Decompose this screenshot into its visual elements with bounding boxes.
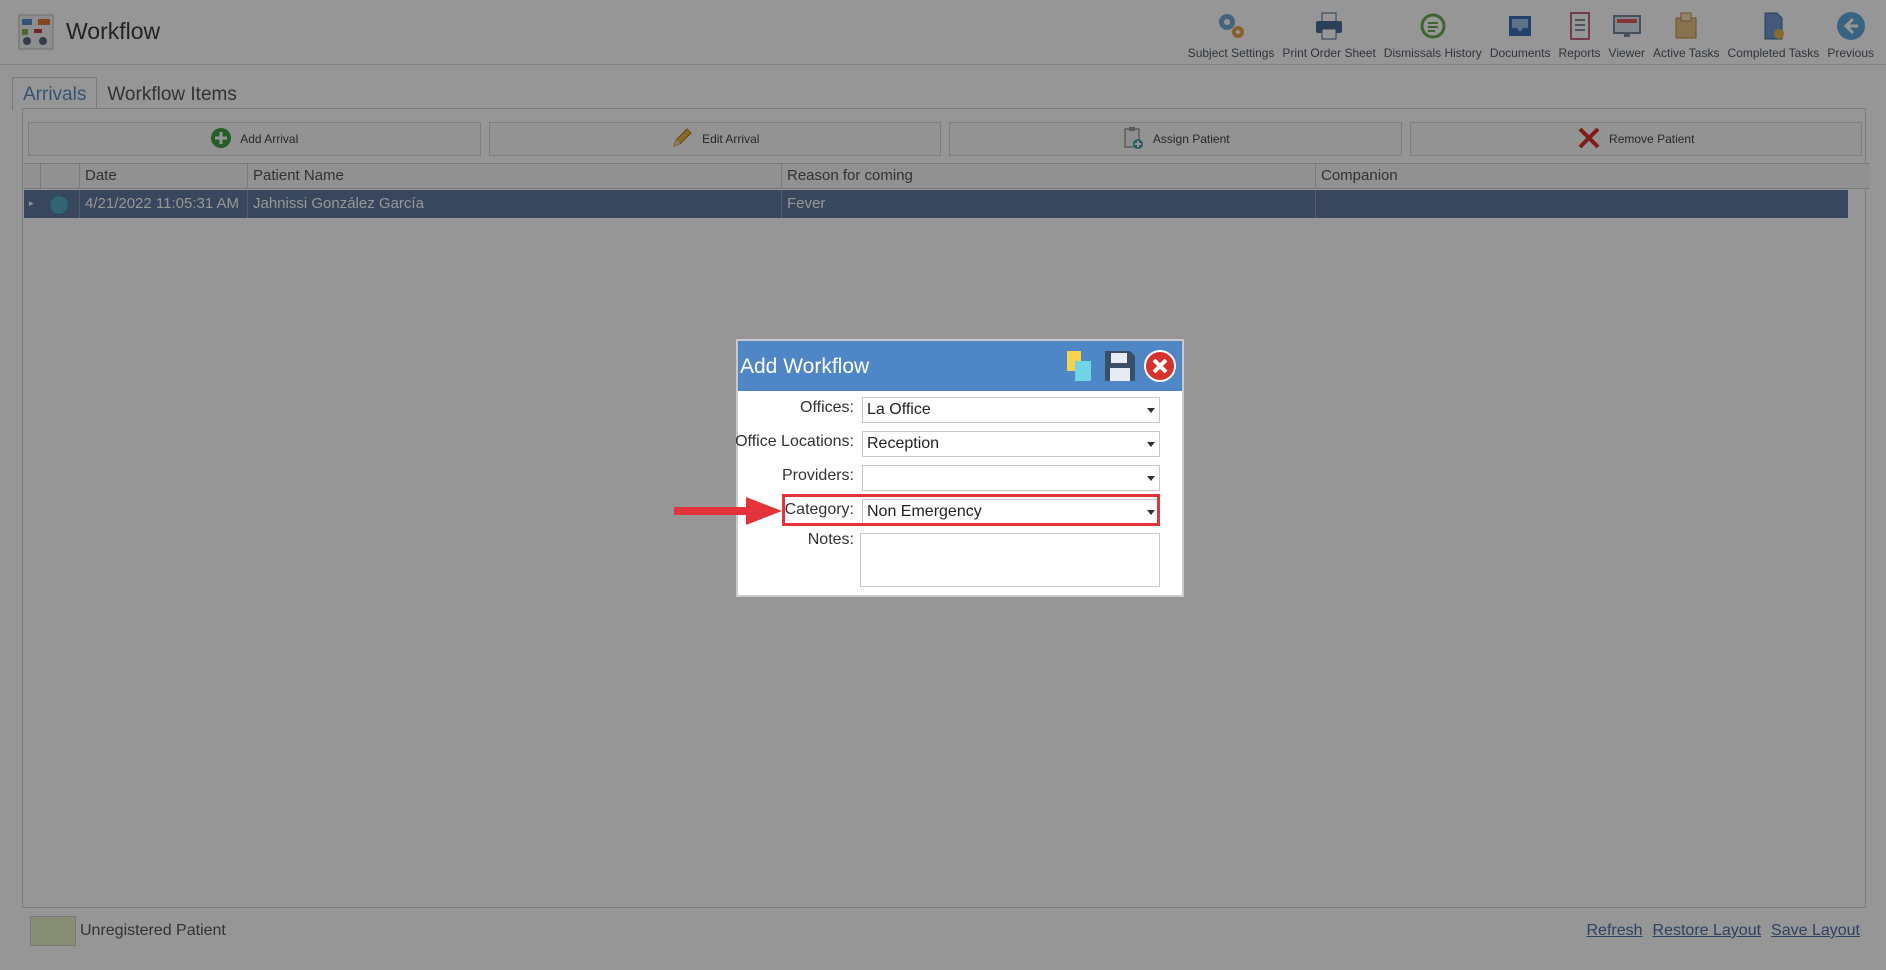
copy-document-icon[interactable] (1062, 347, 1098, 385)
office-locations-select[interactable]: Reception (862, 431, 1160, 457)
save-floppy-icon[interactable] (1102, 347, 1138, 385)
dialog-title: Add Workflow (740, 355, 870, 378)
dialog-header: Add Workflow (738, 341, 1182, 391)
office-locations-row: Office Locations: Reception (735, 429, 1182, 457)
notes-textarea[interactable] (860, 533, 1160, 587)
providers-select[interactable] (862, 465, 1160, 491)
notes-label: Notes: (807, 531, 854, 548)
add-workflow-dialog: Add Workflow Offices: La Office Office L… (735, 339, 1184, 597)
offices-value: La Office (867, 401, 931, 418)
dialog-actions (1062, 347, 1178, 385)
red-arrow-icon (672, 496, 784, 526)
chevron-down-icon (1147, 408, 1155, 413)
providers-label: Providers: (781, 467, 854, 484)
chevron-down-icon (1147, 442, 1155, 447)
offices-row: Offices: La Office (738, 395, 1182, 423)
category-highlight-box (782, 494, 1160, 526)
providers-row: Providers: (738, 463, 1182, 491)
offices-select[interactable]: La Office (862, 397, 1160, 423)
office-locations-label: Office Locations: (735, 433, 854, 450)
offices-label: Offices: (800, 399, 854, 416)
close-icon[interactable] (1142, 347, 1178, 385)
office-locations-value: Reception (867, 435, 940, 452)
chevron-down-icon (1147, 476, 1155, 481)
